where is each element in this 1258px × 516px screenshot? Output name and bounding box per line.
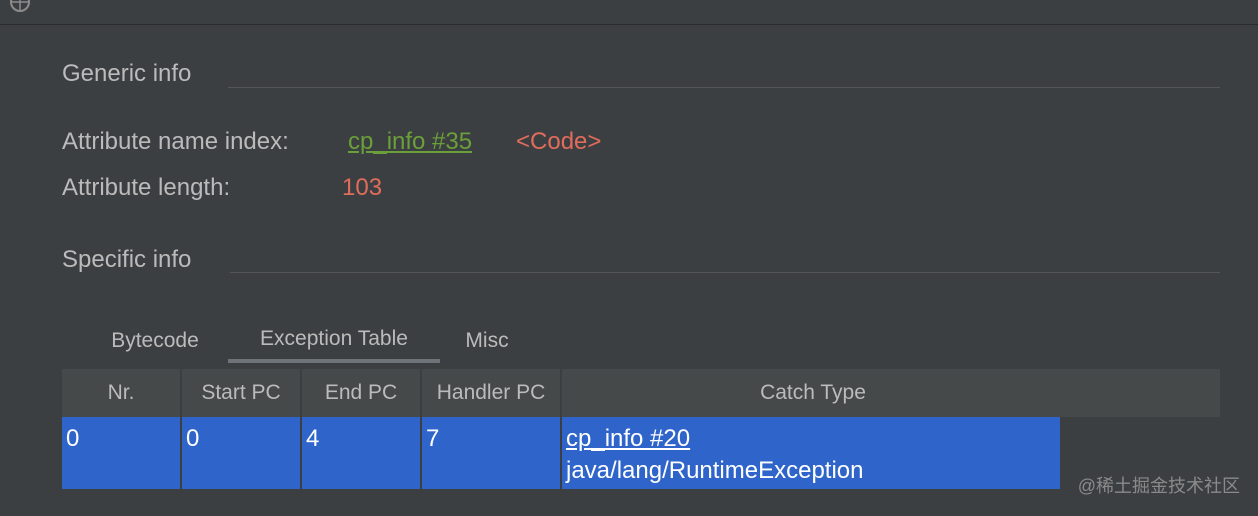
column-header-end-pc[interactable]: End PC	[302, 369, 422, 417]
column-header-nr[interactable]: Nr.	[62, 369, 182, 417]
cell-handler-pc: 7	[422, 417, 562, 489]
column-header-handler-pc[interactable]: Handler PC	[422, 369, 562, 417]
cell-end-pc: 4	[302, 417, 422, 489]
specific-info-separator	[230, 272, 1220, 273]
cell-nr: 0	[62, 417, 182, 489]
catch-type-link[interactable]: cp_info #20	[566, 423, 1056, 455]
attribute-panel: Generic info Attribute name index: cp_in…	[0, 25, 1258, 516]
window-top-bar	[0, 0, 1258, 25]
table-row[interactable]: 0 0 4 7 cp_info #20 java/lang/RuntimeExc…	[62, 417, 1060, 489]
column-header-catch-type[interactable]: Catch Type	[562, 369, 1064, 417]
specific-info-tabs: Bytecode Exception Table Misc	[62, 319, 1220, 363]
cell-catch-type: cp_info #20 java/lang/RuntimeException	[562, 417, 1060, 489]
settings-globe-icon[interactable]	[8, 0, 32, 14]
tab-bytecode[interactable]: Bytecode	[90, 319, 220, 363]
table-header: Nr. Start PC End PC Handler PC Catch Typ…	[62, 369, 1220, 417]
generic-info-separator	[228, 87, 1220, 88]
generic-info-title: Generic info	[62, 60, 192, 87]
attribute-name-index-link[interactable]: cp_info #35	[348, 128, 472, 156]
cell-start-pc: 0	[182, 417, 302, 489]
attribute-name-index-label: Attribute name index:	[62, 128, 289, 155]
attribute-name-value: <Code>	[516, 128, 602, 155]
watermark: @稀土掘金技术社区	[1077, 476, 1240, 496]
specific-info-title: Specific info	[62, 246, 192, 273]
tab-misc[interactable]: Misc	[450, 319, 524, 363]
catch-type-name: java/lang/RuntimeException	[566, 457, 864, 484]
attribute-length-value: 103	[342, 174, 383, 201]
column-header-start-pc[interactable]: Start PC	[182, 369, 302, 417]
attribute-length-label: Attribute length:	[62, 174, 231, 201]
tab-exception-table[interactable]: Exception Table	[228, 319, 440, 363]
